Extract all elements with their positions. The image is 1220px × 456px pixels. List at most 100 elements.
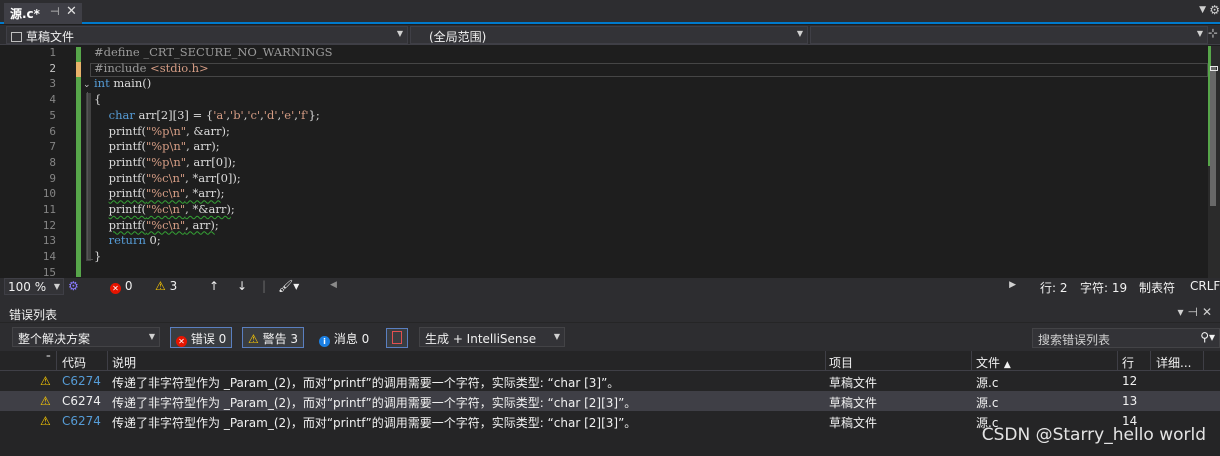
health-icon[interactable]: ⚙ xyxy=(68,279,79,293)
close-icon[interactable]: ✕ xyxy=(66,4,77,19)
scope-filter-dropdown[interactable]: 整个解决方案 ▼ xyxy=(12,327,160,347)
column-file[interactable]: 文件 ▲ xyxy=(976,354,1011,371)
code-line[interactable]: #define _CRT_SECURE_NO_WARNINGS xyxy=(94,46,333,61)
code-line[interactable]: printf("%c\n", arr); xyxy=(94,218,219,234)
fold-toggle-icon[interactable]: ⌄ xyxy=(83,80,91,90)
row-project: 草稿文件 xyxy=(829,396,878,410)
line-number: 13 xyxy=(42,234,56,248)
table-row[interactable]: ⚠ C6274 传递了非字符型作为 _Param_(2)，而对“printf”的… xyxy=(0,371,1220,391)
zoom-level: 100 % xyxy=(8,280,47,294)
panel-window-icons[interactable]: ▾⊣✕ xyxy=(1177,305,1216,319)
column-line[interactable]: 行 xyxy=(1122,354,1134,371)
code-token: , arr) xyxy=(185,217,215,232)
line-number: 15 xyxy=(42,265,56,278)
column-chooser-icon[interactable]: ⁼ xyxy=(46,354,51,364)
scope-filter-label: 整个解决方案 xyxy=(18,332,91,346)
scroll-right-icon[interactable]: ▶ xyxy=(1009,280,1016,290)
tabs-indicator[interactable]: 制表符 xyxy=(1139,279,1175,296)
navigation-bar: 草稿文件 ▼ (全局范围) ▼ ▼ ⊹ xyxy=(0,25,1220,45)
code-token: "%c\n" xyxy=(145,217,186,232)
code-token: ; xyxy=(220,186,225,201)
error-count[interactable]: ✕ 0 xyxy=(110,279,132,294)
project-dropdown[interactable]: 草稿文件 ▼ xyxy=(6,26,408,44)
build-source-dropdown[interactable]: 生成 + IntelliSense ▼ xyxy=(419,327,565,347)
scrollbar-thumb[interactable] xyxy=(1210,66,1216,206)
chevron-down-icon: ▼ xyxy=(796,29,803,38)
code-token: 'a' xyxy=(213,107,227,122)
eol-indicator[interactable]: CRLF xyxy=(1190,279,1220,293)
code-line[interactable]: printf("%c\n", *&arr); xyxy=(94,202,235,218)
code-line[interactable]: char arr[2][3] = {'a','b','c','d','e','f… xyxy=(94,108,320,124)
row-project: 草稿文件 xyxy=(829,416,878,430)
scroll-left-icon[interactable]: ◀ xyxy=(330,280,337,290)
zoom-dropdown[interactable]: 100 % ▼ xyxy=(4,278,64,295)
table-row[interactable]: ⚠ C6274 传递了非字符型作为 _Param_(2)，而对“printf”的… xyxy=(0,391,1220,411)
line-number: 9 xyxy=(49,171,56,185)
column-code[interactable]: 代码 xyxy=(62,354,86,371)
warning-icon: ⚠ xyxy=(40,374,51,388)
project-label: 草稿文件 xyxy=(26,30,75,44)
previous-issue-icon[interactable]: ↑ xyxy=(209,279,219,293)
column-detail[interactable]: 详细... xyxy=(1156,354,1191,371)
row-description: 传递了非字符型作为 _Param_(2)，而对“printf”的调用需要一个字符… xyxy=(112,376,620,390)
line-indicator[interactable]: 行: 2 xyxy=(1040,279,1068,296)
vertical-scrollbar[interactable] xyxy=(1208,46,1220,278)
change-tracking-bar xyxy=(76,47,81,277)
tab-dropdown-icon[interactable]: ▼ xyxy=(1199,5,1206,15)
warning-icon: ⚠ xyxy=(248,332,259,346)
code-token: printf( xyxy=(108,217,146,232)
code-line[interactable]: #include <stdio.h> xyxy=(94,61,209,77)
errors-filter-button[interactable]: ✕ 错误 0 xyxy=(170,327,233,348)
warning-icon: ⚠ xyxy=(155,279,166,293)
column-separator xyxy=(107,351,108,371)
next-issue-icon[interactable]: ↓ xyxy=(237,279,247,293)
line-number: 1 xyxy=(49,46,56,59)
code-line[interactable]: printf("%p\n", &arr); xyxy=(94,124,230,140)
search-icon[interactable]: ⚲▾ xyxy=(1200,330,1215,344)
code-line[interactable]: printf("%c\n", *arr); xyxy=(94,186,225,202)
code-line[interactable]: printf("%c\n", *arr[0]); xyxy=(94,171,241,187)
warning-icon: ⚠ xyxy=(40,394,51,408)
char-indicator[interactable]: 字符: 19 xyxy=(1080,279,1127,296)
line-number: 3 xyxy=(49,77,56,91)
messages-filter-button[interactable]: i 消息 0 xyxy=(313,327,375,348)
code-token: { xyxy=(94,92,102,107)
search-error-list-input[interactable]: 搜索错误列表 ⚲▾ xyxy=(1032,328,1220,348)
code-line[interactable]: return 0; xyxy=(94,233,161,249)
member-dropdown[interactable]: ▼ xyxy=(810,26,1208,44)
code-line[interactable]: printf("%p\n", arr[0]); xyxy=(94,155,236,171)
row-file: 源.c xyxy=(976,376,999,390)
row-code[interactable]: C6274 xyxy=(62,414,101,428)
code-editor[interactable]: 1 2 3 4 5 6 7 8 9 10 11 12 13 14 15 ⌄ #define _CRT_SEC… xyxy=(0,46,1208,278)
code-line[interactable]: { xyxy=(94,92,101,108)
cleanup-icon[interactable]: 🖌▾ xyxy=(278,279,299,293)
warnings-filter-button[interactable]: ⚠ 警告 3 xyxy=(242,327,305,348)
horizontal-scrollbar[interactable]: ◀ ▶ xyxy=(326,280,1016,293)
column-description[interactable]: 说明 xyxy=(112,354,136,371)
scope-dropdown[interactable]: (全局范围) ▼ xyxy=(410,26,808,44)
filter-button[interactable] xyxy=(386,328,408,348)
code-token: <stdio.h> xyxy=(150,60,209,75)
column-file-label: 文件 xyxy=(976,356,1001,370)
code-line[interactable]: } xyxy=(94,249,101,265)
splitter[interactable] xyxy=(0,296,1220,304)
code-token: printf( xyxy=(94,139,146,154)
panel-title: 错误列表 xyxy=(9,308,58,322)
code-line[interactable]: int main() xyxy=(94,76,151,92)
document-tab[interactable]: 源.c* ⊣ ✕ xyxy=(4,3,82,24)
gear-icon[interactable]: ⚙ xyxy=(1209,3,1220,17)
warning-count[interactable]: ⚠ 3 xyxy=(155,279,177,293)
row-code[interactable]: C6274 xyxy=(62,374,101,388)
warnings-filter-label: 警告 3 xyxy=(262,332,299,346)
split-icon[interactable]: ⊹ xyxy=(1208,26,1218,40)
column-project[interactable]: 项目 xyxy=(829,354,853,371)
messages-filter-label: 消息 0 xyxy=(333,332,370,346)
row-code[interactable]: C6274 xyxy=(62,394,101,408)
code-line[interactable]: printf("%p\n", arr); xyxy=(94,139,220,155)
code-token: #include xyxy=(94,60,151,75)
pin-icon[interactable]: ⊣ xyxy=(50,5,60,18)
row-line: 13 xyxy=(1122,394,1138,408)
code-token: arr[2][3] = { xyxy=(134,107,214,122)
